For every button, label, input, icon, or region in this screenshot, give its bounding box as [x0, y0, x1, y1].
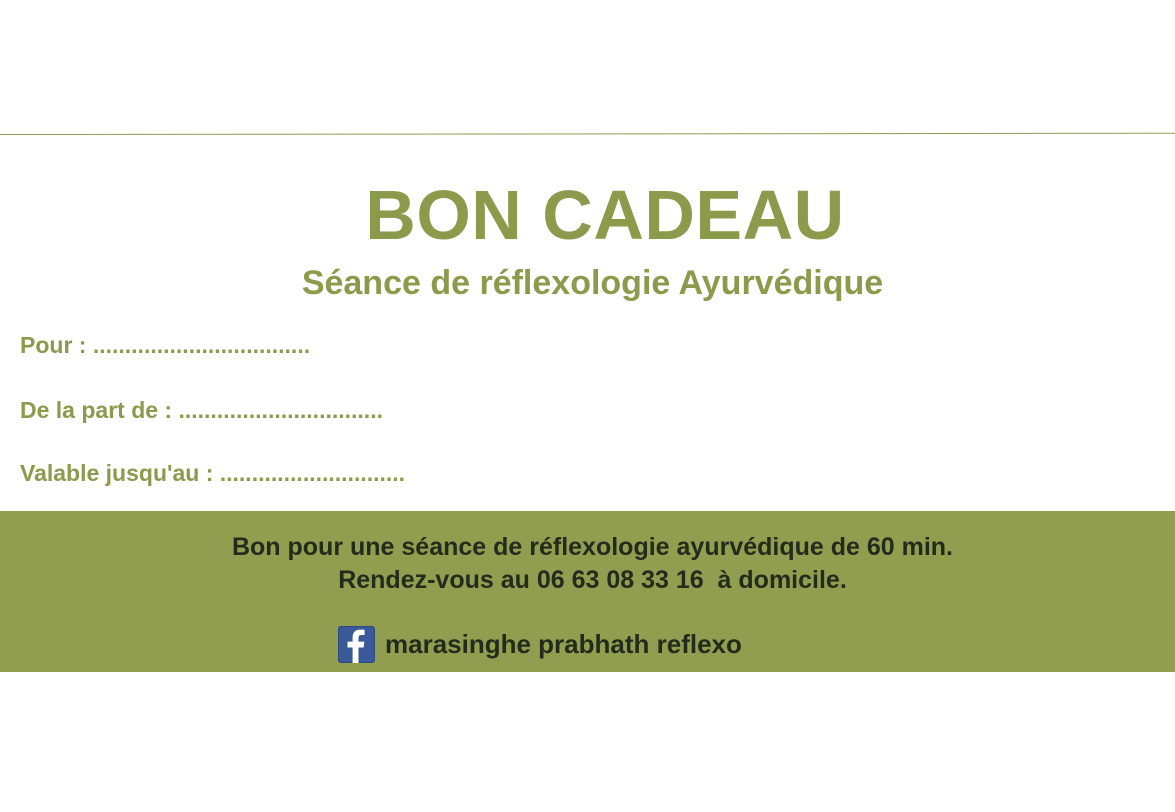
- social-handle: marasinghe prabhath reflexo: [385, 629, 742, 659]
- top-divider: [0, 132, 1175, 135]
- social-link[interactable]: marasinghe prabhath reflexo: [338, 625, 742, 663]
- offer-description: Bon pour une séance de réflexologie ayur…: [231, 533, 954, 561]
- field-valid-until: Valable jusqu'au : .....................…: [20, 460, 406, 486]
- info-band: Bon pour une séance de réflexologie ayur…: [0, 511, 1175, 672]
- field-sender: De la part de : ........................…: [20, 397, 383, 423]
- voucher-title: BON CADEAU: [365, 176, 845, 254]
- field-recipient: Pour : .................................…: [20, 332, 311, 358]
- voucher-subtitle: Séance de réflexologie Ayurvédique: [301, 264, 884, 302]
- appointment-info: Rendez-vous au 06 63 08 33 16 à domicile…: [338, 566, 847, 594]
- facebook-icon: [338, 625, 375, 663]
